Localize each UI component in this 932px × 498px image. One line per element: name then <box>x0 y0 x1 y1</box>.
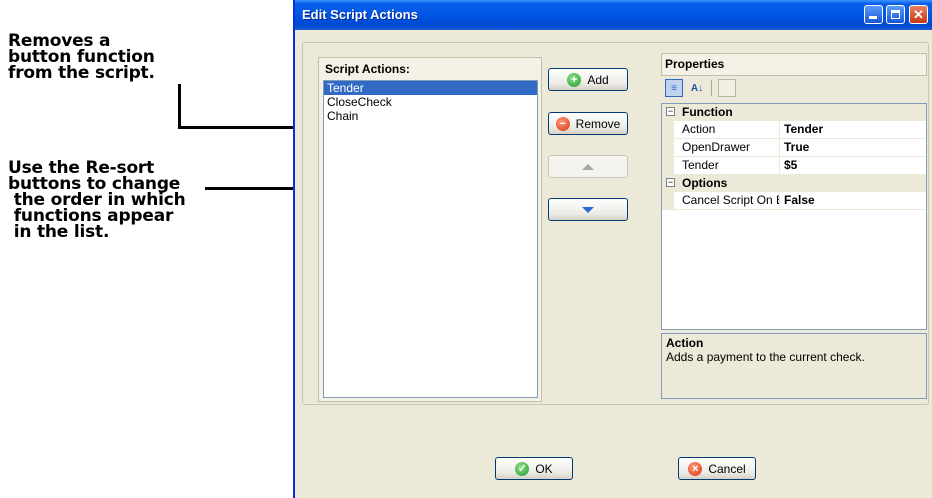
property-value[interactable]: $5 <box>780 157 926 174</box>
arrow-down-icon <box>582 206 594 213</box>
property-key: Tender <box>662 157 780 174</box>
collapse-icon[interactable]: − <box>666 107 675 116</box>
properties-toolbar: ≡ A↓ <box>665 79 736 97</box>
edit-script-actions-dialog: Edit Script Actions ✕ Script Actions: Te… <box>293 0 932 498</box>
close-button[interactable]: ✕ <box>909 5 928 24</box>
ok-button-label: OK <box>535 461 553 476</box>
remove-button-label: Remove <box>575 116 621 131</box>
property-key: Cancel Script On Err <box>662 192 780 209</box>
add-button-label: Add <box>587 72 609 87</box>
script-actions-label: Script Actions: <box>325 62 410 76</box>
minimize-icon <box>869 16 877 19</box>
list-item[interactable]: CloseCheck <box>324 95 537 109</box>
category-function[interactable]: − Function <box>662 104 926 121</box>
property-row[interactable]: Tender $5 <box>662 157 926 175</box>
remove-callout-line-vertical <box>178 84 181 129</box>
ok-icon: ✓ <box>515 461 530 476</box>
alphabetical-sort-icon[interactable]: A↓ <box>689 80 705 96</box>
property-grid[interactable]: − Function Action Tender OpenDrawer True… <box>661 103 927 330</box>
maximize-icon <box>891 10 900 19</box>
property-key: OpenDrawer <box>662 139 780 156</box>
property-value[interactable]: True <box>780 139 926 156</box>
property-row[interactable]: Action Tender <box>662 121 926 139</box>
properties-header-panel: Properties <box>661 53 927 76</box>
category-label: Function <box>682 105 733 119</box>
description-title: Action <box>666 336 704 350</box>
categorized-view-icon[interactable]: ≡ <box>665 79 683 97</box>
collapse-icon[interactable]: − <box>666 178 675 187</box>
close-icon: ✕ <box>913 7 924 22</box>
property-value[interactable]: False <box>780 192 926 209</box>
resort-callout-text: Use the Re-sort buttons to change the or… <box>8 158 186 242</box>
toolbar-separator <box>711 80 712 96</box>
properties-label: Properties <box>665 57 725 71</box>
maximize-button[interactable] <box>886 5 905 24</box>
script-actions-panel: Script Actions: Tender CloseCheck Chain <box>318 57 542 402</box>
cancel-button-label: Cancel <box>708 461 746 476</box>
property-row[interactable]: Cancel Script On Err False <box>662 192 926 210</box>
script-actions-list[interactable]: Tender CloseCheck Chain <box>323 80 538 398</box>
list-item[interactable]: Tender <box>324 81 537 95</box>
ok-button[interactable]: ✓ OK <box>495 457 573 480</box>
remove-callout-text: Removes a button function from the scrip… <box>8 31 155 83</box>
move-up-button[interactable] <box>548 155 628 178</box>
category-label: Options <box>682 176 728 190</box>
list-item[interactable]: Chain <box>324 109 537 123</box>
property-description-panel: Action Adds a payment to the current che… <box>661 333 927 399</box>
property-value[interactable]: Tender <box>780 121 926 138</box>
property-key: Action <box>662 121 780 138</box>
property-row[interactable]: OpenDrawer True <box>662 139 926 157</box>
move-down-button[interactable] <box>548 198 628 221</box>
remove-button[interactable]: − Remove <box>548 112 628 135</box>
property-pages-icon[interactable] <box>718 79 736 97</box>
cancel-button[interactable]: × Cancel <box>678 457 756 480</box>
title-bar: Edit Script Actions ✕ <box>295 0 932 30</box>
description-text: Adds a payment to the current check. <box>666 350 865 364</box>
category-options[interactable]: − Options <box>662 175 926 192</box>
cancel-icon: × <box>688 461 703 476</box>
minimize-button[interactable] <box>864 5 883 24</box>
add-icon: + <box>567 72 582 87</box>
dialog-title: Edit Script Actions <box>302 7 418 22</box>
remove-icon: − <box>555 116 570 131</box>
arrow-up-icon <box>582 163 594 170</box>
add-button[interactable]: + Add <box>548 68 628 91</box>
